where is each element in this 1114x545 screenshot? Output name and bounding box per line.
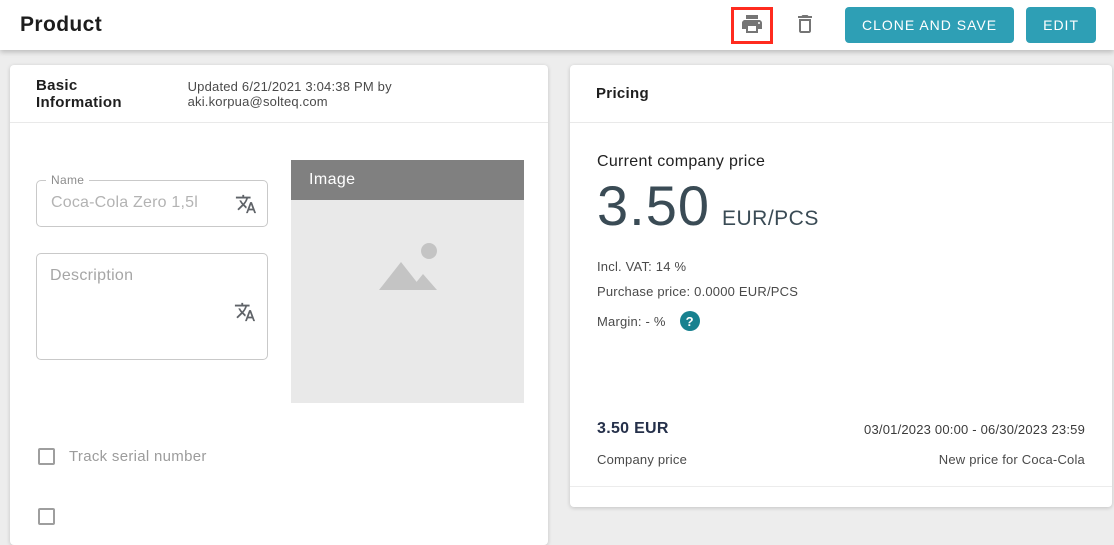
image-header: Image (291, 160, 524, 200)
translate-icon[interactable] (235, 193, 257, 215)
print-icon (740, 12, 764, 39)
page-title: Product (20, 13, 102, 37)
price-row-name: Company price (597, 452, 687, 467)
image-header-label: Image (309, 171, 355, 189)
price-row-description: New price for Coca-Cola (939, 452, 1085, 467)
price-row-amount: 3.50 EUR (597, 420, 669, 438)
image-drop-area[interactable] (291, 200, 524, 403)
description-placeholder: Description (50, 267, 133, 285)
current-company-price-label: Current company price (597, 153, 765, 171)
print-button[interactable] (734, 8, 770, 42)
track-serial-number-label: Track serial number (69, 448, 207, 465)
track-serial-number-checkbox[interactable] (38, 448, 55, 465)
basic-information-header: Basic Information Updated 6/21/2021 3:04… (10, 65, 548, 123)
top-bar: Product CLONE AND SAVE EDIT (0, 0, 1114, 50)
current-price-unit: EUR/PCS (722, 207, 819, 231)
basic-information-card: Basic Information Updated 6/21/2021 3:04… (10, 65, 548, 545)
pricing-divider (570, 486, 1112, 487)
track-serial-number-row: Track serial number (38, 448, 207, 465)
partial-checkbox[interactable] (38, 508, 55, 525)
delete-button[interactable] (785, 8, 825, 42)
price-row-validity: 03/01/2023 00:00 - 06/30/2023 23:59 (864, 422, 1085, 437)
margin-row: Margin: - % ? (597, 311, 700, 331)
pricing-header: Pricing (570, 65, 1112, 123)
pricing-card: Pricing Current company price 3.50 EUR/P… (570, 65, 1112, 507)
name-field-label: Name (46, 173, 89, 187)
basic-information-title: Basic Information (36, 77, 163, 111)
clone-and-save-button[interactable]: CLONE AND SAVE (845, 7, 1014, 43)
name-field-value: Coca-Cola Zero 1,5l (51, 194, 198, 212)
translate-icon[interactable] (234, 301, 256, 323)
vat-text: Incl. VAT: 14 % (597, 259, 686, 274)
product-image-box: Image (291, 160, 524, 403)
current-price-row: 3.50 EUR/PCS (597, 175, 819, 238)
pricing-title: Pricing (596, 85, 649, 102)
image-placeholder-icon (376, 240, 440, 297)
edit-button[interactable]: EDIT (1026, 7, 1096, 43)
trash-icon (793, 12, 817, 39)
print-button-highlight-box (731, 7, 773, 44)
purchase-price-text: Purchase price: 0.0000 EUR/PCS (597, 284, 798, 299)
help-icon[interactable]: ? (680, 311, 700, 331)
current-price-value: 3.50 (597, 175, 710, 238)
updated-info-text: Updated 6/21/2021 3:04:38 PM by aki.korp… (188, 79, 522, 109)
topbar-actions: CLONE AND SAVE EDIT (731, 7, 1096, 44)
description-field[interactable]: Description (36, 253, 268, 360)
name-field[interactable]: Name Coca-Cola Zero 1,5l (36, 180, 268, 227)
margin-text: Margin: - % (597, 314, 666, 329)
partial-checkbox-row (38, 508, 55, 525)
